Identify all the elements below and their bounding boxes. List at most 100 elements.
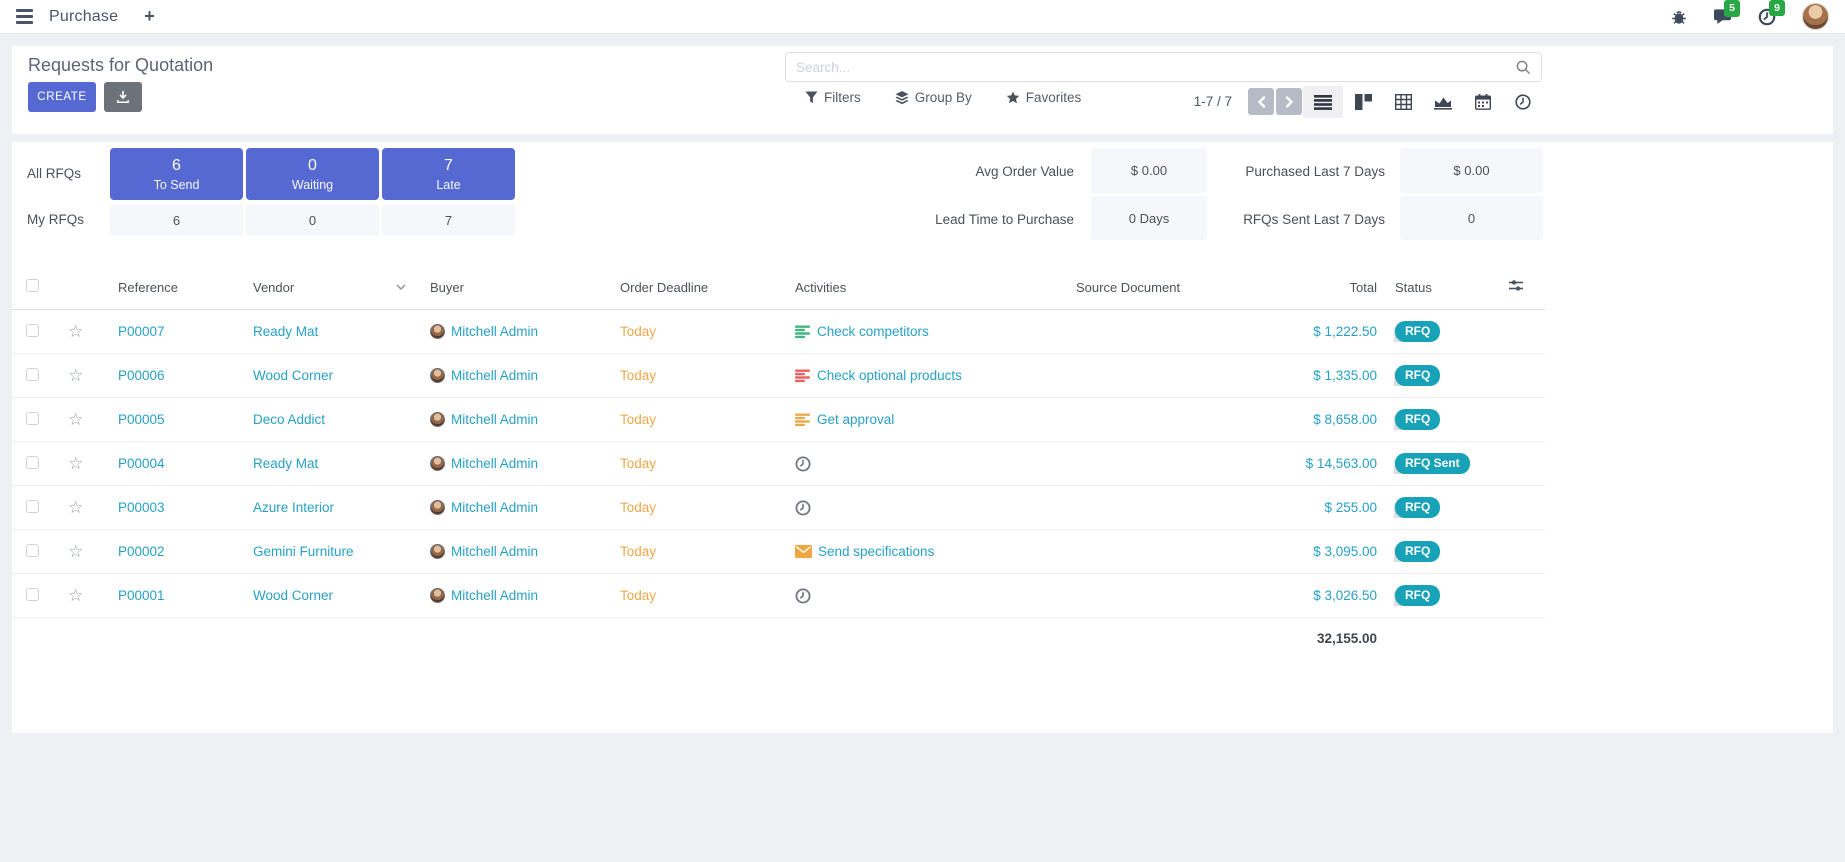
kpi-card-to-send[interactable]: 6 To Send	[110, 148, 243, 200]
header-vendor[interactable]: Vendor	[231, 280, 408, 295]
header-source-document[interactable]: Source Document	[1054, 280, 1259, 295]
group-by-button[interactable]: Group By	[895, 90, 972, 105]
activity-cell[interactable]	[773, 500, 1054, 516]
table-body: ☆ P00007 Ready Mat Mitchell Admin Today …	[12, 310, 1545, 618]
kpi-card-late[interactable]: 7 Late	[382, 148, 515, 200]
table-row[interactable]: ☆ P00002 Gemini Furniture Mitchell Admin…	[12, 530, 1545, 574]
header-status[interactable]: Status	[1377, 280, 1487, 295]
favorite-star-icon[interactable]: ☆	[68, 543, 83, 560]
row-buyer[interactable]: Mitchell Admin	[408, 368, 598, 383]
pivot-view-button[interactable]	[1383, 86, 1423, 118]
debug-bug-icon[interactable]	[1671, 9, 1687, 25]
favorite-star-icon[interactable]: ☆	[68, 367, 83, 384]
top-navbar: Purchase + 5 9	[0, 0, 1845, 34]
favorite-star-icon[interactable]: ☆	[68, 323, 83, 340]
row-buyer[interactable]: Mitchell Admin	[408, 456, 598, 471]
table-row[interactable]: ☆ P00006 Wood Corner Mitchell Admin Toda…	[12, 354, 1545, 398]
activity-view-button[interactable]	[1503, 86, 1543, 118]
row-total: $ 255.00	[1259, 500, 1377, 515]
list-view-button[interactable]	[1303, 86, 1343, 118]
table-row[interactable]: ☆ P00005 Deco Addict Mitchell Admin Toda…	[12, 398, 1545, 442]
app-name[interactable]: Purchase	[49, 8, 118, 26]
header-buyer[interactable]: Buyer	[408, 280, 598, 295]
header-activities[interactable]: Activities	[773, 280, 1054, 295]
calendar-view-button[interactable]	[1463, 86, 1503, 118]
activity-cell[interactable]: Check optional products	[773, 368, 1054, 383]
kpi-card-waiting[interactable]: 0 Waiting	[246, 148, 379, 200]
favorite-star-icon[interactable]: ☆	[68, 587, 83, 604]
header-vendor-label: Vendor	[253, 280, 294, 295]
row-vendor[interactable]: Ready Mat	[231, 456, 408, 471]
favorite-star-icon[interactable]: ☆	[68, 411, 83, 428]
row-checkbox[interactable]	[26, 544, 39, 557]
my-to-send-count[interactable]: 6	[110, 204, 243, 236]
row-vendor[interactable]: Gemini Furniture	[231, 544, 408, 559]
row-buyer[interactable]: Mitchell Admin	[408, 412, 598, 427]
graph-view-icon	[1434, 95, 1452, 110]
apps-menu-icon[interactable]	[16, 9, 33, 24]
optional-columns-sliders-icon[interactable]	[1508, 279, 1524, 295]
row-checkbox[interactable]	[26, 412, 39, 425]
row-reference[interactable]: P00006	[96, 368, 231, 383]
activity-cell[interactable]: Get approval	[773, 412, 1054, 427]
row-buyer[interactable]: Mitchell Admin	[408, 500, 598, 515]
row-checkbox[interactable]	[26, 500, 39, 513]
export-download-button[interactable]	[104, 82, 142, 112]
select-all-checkbox[interactable]	[26, 279, 39, 292]
tasks-activity-icon	[795, 325, 811, 339]
row-reference[interactable]: P00001	[96, 588, 231, 603]
row-total: $ 1,222.50	[1259, 324, 1377, 339]
filters-button[interactable]: Filters	[805, 90, 861, 105]
create-button[interactable]: CREATE	[28, 82, 96, 112]
row-buyer[interactable]: Mitchell Admin	[408, 324, 598, 339]
row-vendor[interactable]: Azure Interior	[231, 500, 408, 515]
row-buyer[interactable]: Mitchell Admin	[408, 588, 598, 603]
row-order-deadline: Today	[598, 588, 773, 603]
messages-icon[interactable]: 5	[1713, 8, 1732, 25]
row-buyer[interactable]: Mitchell Admin	[408, 544, 598, 559]
activity-cell[interactable]	[773, 456, 1054, 472]
graph-view-button[interactable]	[1423, 86, 1463, 118]
favorites-button[interactable]: Favorites	[1006, 90, 1082, 105]
activity-cell[interactable]: Check competitors	[773, 324, 1054, 339]
table-row[interactable]: ☆ P00004 Ready Mat Mitchell Admin Today …	[12, 442, 1545, 486]
row-vendor[interactable]: Wood Corner	[231, 588, 408, 603]
row-vendor[interactable]: Deco Addict	[231, 412, 408, 427]
row-vendor[interactable]: Wood Corner	[231, 368, 408, 383]
search-input[interactable]	[786, 60, 1512, 75]
table-row[interactable]: ☆ P00001 Wood Corner Mitchell Admin Toda…	[12, 574, 1545, 618]
user-avatar[interactable]	[1802, 3, 1829, 30]
header-reference[interactable]: Reference	[96, 280, 231, 295]
new-tab-plus-icon[interactable]: +	[144, 6, 155, 27]
kanban-view-button[interactable]	[1343, 86, 1383, 118]
row-total: $ 3,026.50	[1259, 588, 1377, 603]
favorite-star-icon[interactable]: ☆	[68, 499, 83, 516]
buyer-avatar	[430, 544, 445, 559]
pager-next-button[interactable]	[1276, 88, 1302, 115]
row-reference[interactable]: P00007	[96, 324, 231, 339]
favorites-label: Favorites	[1026, 90, 1082, 105]
row-reference[interactable]: P00005	[96, 412, 231, 427]
my-late-count[interactable]: 7	[382, 204, 515, 236]
search-icon[interactable]	[1512, 60, 1541, 75]
row-checkbox[interactable]	[26, 368, 39, 381]
row-reference[interactable]: P00004	[96, 456, 231, 471]
row-reference[interactable]: P00002	[96, 544, 231, 559]
activity-cell[interactable]	[773, 588, 1054, 604]
header-total[interactable]: Total	[1259, 280, 1377, 295]
table-row[interactable]: ☆ P00007 Ready Mat Mitchell Admin Today …	[12, 310, 1545, 354]
row-reference[interactable]: P00003	[96, 500, 231, 515]
table-row[interactable]: ☆ P00003 Azure Interior Mitchell Admin T…	[12, 486, 1545, 530]
header-order-deadline[interactable]: Order Deadline	[598, 280, 773, 295]
activities-clock-icon[interactable]: 9	[1758, 8, 1776, 26]
my-waiting-count[interactable]: 0	[246, 204, 379, 236]
vendor-sort-chevron-icon[interactable]	[396, 284, 406, 290]
pager-previous-button[interactable]	[1248, 88, 1274, 115]
row-checkbox[interactable]	[26, 324, 39, 337]
row-vendor[interactable]: Ready Mat	[231, 324, 408, 339]
buyer-avatar	[430, 368, 445, 383]
row-checkbox[interactable]	[26, 456, 39, 469]
activity-cell[interactable]: Send specifications	[773, 544, 1054, 559]
row-checkbox[interactable]	[26, 588, 39, 601]
favorite-star-icon[interactable]: ☆	[68, 455, 83, 472]
